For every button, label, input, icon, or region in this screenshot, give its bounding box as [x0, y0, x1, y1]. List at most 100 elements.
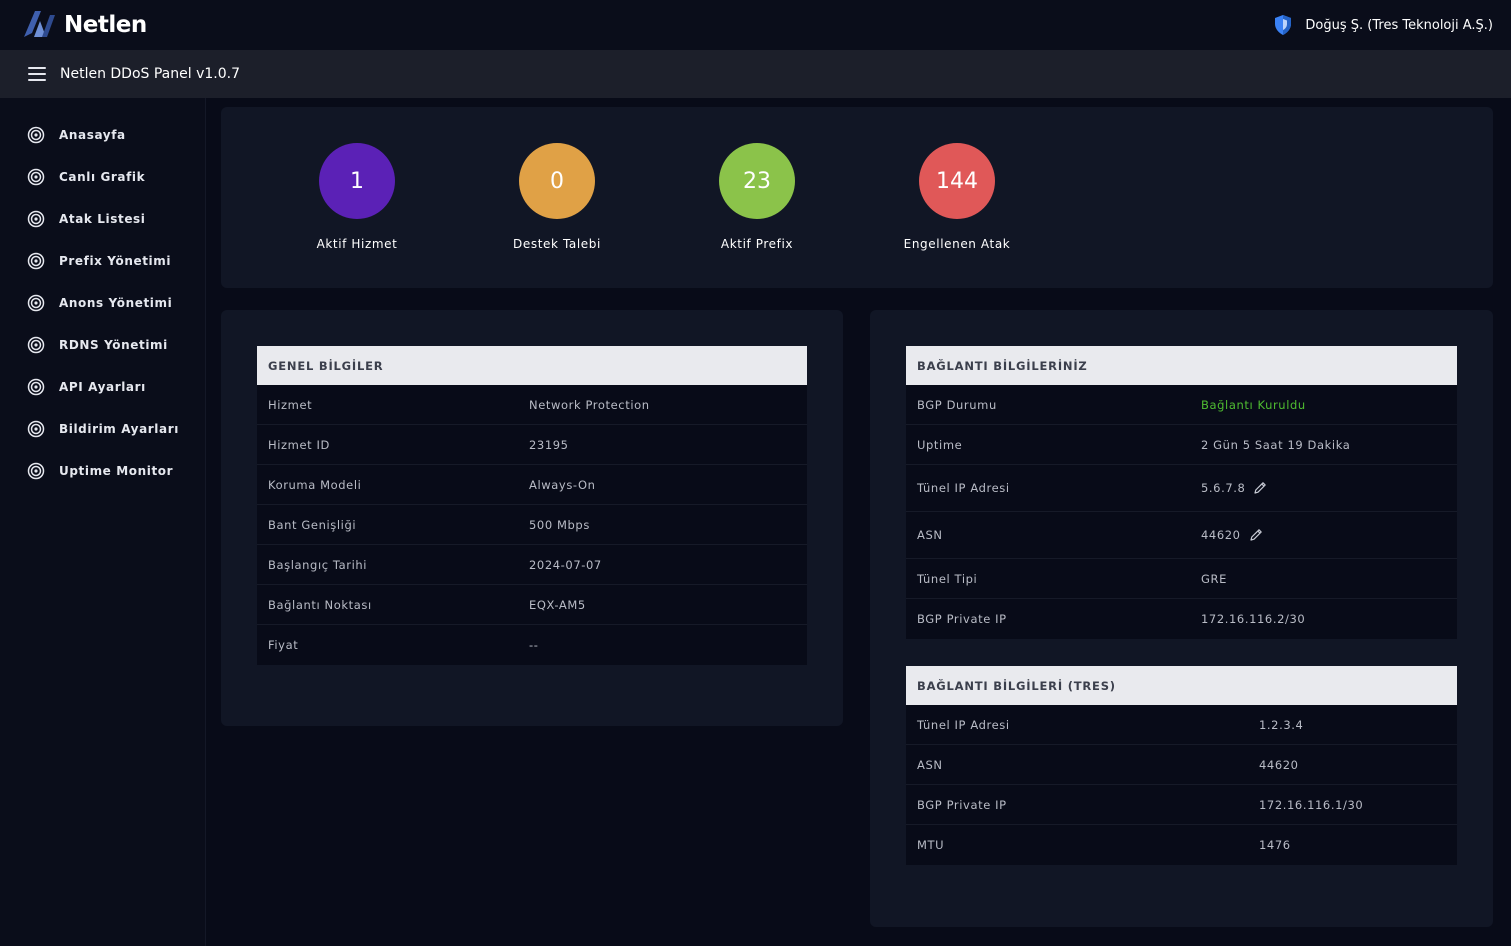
stat-circle: 144	[919, 143, 995, 219]
sidebar-item-atak-listesi[interactable]: Atak Listesi	[0, 198, 205, 240]
table-row: Hizmet Network Protection	[257, 385, 807, 425]
stat-circle: 0	[519, 143, 595, 219]
target-icon	[27, 294, 45, 312]
sidebar-item-label: Canlı Grafik	[59, 170, 146, 184]
sidebar-item-label: Uptime Monitor	[59, 464, 174, 478]
table-row: BGP Private IP 172.16.116.1/30	[906, 785, 1457, 825]
target-icon	[27, 168, 45, 186]
sidebar-item-prefix-yonetimi[interactable]: Prefix Yönetimi	[0, 240, 205, 282]
table-row: Bağlantı Noktası EQX-AM5	[257, 585, 807, 625]
stat-label: Aktif Hizmet	[316, 237, 398, 251]
table-row: Bant Genişliği 500 Mbps	[257, 505, 807, 545]
table-row: BGP Private IP 172.16.116.2/30	[906, 599, 1457, 639]
brand[interactable]: Netlen	[20, 7, 147, 43]
stat-aktif-hizmet[interactable]: 1 Aktif Hizmet	[257, 143, 457, 251]
row-value: Network Protection	[529, 397, 650, 412]
sidebar-item-label: Atak Listesi	[59, 212, 146, 226]
row-key: Tünel IP Adresi	[917, 481, 1010, 495]
table-row: Uptime 2 Gün 5 Saat 19 Dakika	[906, 425, 1457, 465]
tres-info-table: Tünel IP Adresi 1.2.3.4 ASN 44620 BGP Pr…	[906, 705, 1457, 865]
sidebar-item-uptime-monitor[interactable]: Uptime Monitor	[0, 450, 205, 492]
row-key: MTU	[917, 838, 945, 852]
row-key: Başlangıç Tarihi	[268, 557, 368, 572]
table-row: ASN 44620	[906, 745, 1457, 785]
table-row: MTU 1476	[906, 825, 1457, 865]
panel-header: Netlen DDoS Panel v1.0.7	[0, 50, 1511, 98]
target-icon	[27, 252, 45, 270]
table-row: Başlangıç Tarihi 2024-07-07	[257, 545, 807, 585]
row-key: BGP Durumu	[917, 397, 997, 412]
user-name: Doğuş Ş. (Tres Teknoloji A.Ş.)	[1305, 17, 1493, 33]
row-key: Tünel IP Adresi	[917, 717, 1010, 732]
sidebar-item-label: Anasayfa	[59, 128, 126, 142]
row-value: 172.16.116.2/30	[1201, 612, 1306, 626]
general-info-table: Hizmet Network Protection Hizmet ID 2319…	[257, 385, 807, 665]
table-row: Tünel IP Adresi 5.6.7.8	[906, 465, 1457, 512]
stat-engellenen-atak[interactable]: 144 Engellenen Atak	[857, 143, 1057, 251]
stat-circle: 1	[319, 143, 395, 219]
sidebar-item-label: RDNS Yönetimi	[59, 338, 168, 352]
row-value: 44620	[1201, 528, 1241, 542]
stat-label: Aktif Prefix	[720, 237, 794, 251]
row-key: Uptime	[917, 437, 963, 452]
general-info-card: GENEL BİLGİLER Hizmet Network Protection…	[221, 310, 843, 726]
sidebar-item-label: Anons Yönetimi	[59, 296, 173, 310]
stat-destek-talebi[interactable]: 0 Destek Talebi	[457, 143, 657, 251]
sidebar-item-rdns-yonetimi[interactable]: RDNS Yönetimi	[0, 324, 205, 366]
table-row: Tünel IP Adresi 1.2.3.4	[906, 705, 1457, 745]
sidebar-item-label: API Ayarları	[59, 380, 146, 394]
stat-aktif-prefix[interactable]: 23 Aktif Prefix	[657, 143, 857, 251]
user-menu[interactable]: Doğuş Ş. (Tres Teknoloji A.Ş.)	[1273, 14, 1493, 36]
brand-name: Netlen	[64, 12, 147, 38]
sidebar-item-canli-grafik[interactable]: Canlı Grafik	[0, 156, 205, 198]
stat-label: Engellenen Atak	[903, 237, 1011, 251]
row-value: GRE	[1201, 571, 1227, 586]
bgp-status-value: Bağlantı Kuruldu	[1201, 397, 1306, 412]
row-value: 1.2.3.4	[1259, 717, 1304, 732]
target-icon	[27, 378, 45, 396]
row-value: --	[529, 638, 539, 652]
table-row: Hizmet ID 23195	[257, 425, 807, 465]
row-key: ASN	[917, 528, 943, 542]
sidebar-item-anons-yonetimi[interactable]: Anons Yönetimi	[0, 282, 205, 324]
target-icon	[27, 126, 45, 144]
row-key: BGP Private IP	[917, 612, 1007, 626]
top-bar: Netlen Doğuş Ş. (Tres Teknoloji A.Ş.)	[0, 0, 1511, 50]
netlen-logo-icon	[24, 11, 55, 37]
target-icon	[27, 420, 45, 438]
table-row: Koruma Modeli Always-On	[257, 465, 807, 505]
row-value: 2 Gün 5 Saat 19 Dakika	[1201, 437, 1351, 452]
sidebar-item-anasayfa[interactable]: Anasayfa	[0, 114, 205, 156]
tres-info-title: BAĞLANTI BİLGİLERİ (TRES)	[906, 666, 1457, 705]
target-icon	[27, 462, 45, 480]
row-value: EQX-AM5	[529, 597, 586, 612]
stat-label: Destek Talebi	[513, 237, 601, 251]
row-value: 23195	[529, 437, 569, 452]
menu-toggle-icon[interactable]	[28, 67, 46, 81]
connection-info-table: BGP Durumu Bağlantı Kuruldu Uptime 2 Gün…	[906, 385, 1457, 639]
edit-asn-icon[interactable]	[1249, 528, 1263, 542]
connection-info-card: BAĞLANTI BİLGİLERİNİZ BGP Durumu Bağlant…	[870, 310, 1493, 927]
sidebar-item-api-ayarlari[interactable]: API Ayarları	[0, 366, 205, 408]
table-row: Tünel Tipi GRE	[906, 559, 1457, 599]
row-value: 2024-07-07	[529, 557, 602, 572]
row-key: BGP Private IP	[917, 797, 1007, 812]
row-value: 172.16.116.1/30	[1259, 797, 1364, 812]
row-value: 44620	[1259, 757, 1299, 772]
stats-card: 1 Aktif Hizmet 0 Destek Talebi 23 Aktif …	[221, 107, 1493, 288]
target-icon	[27, 336, 45, 354]
row-key: Bağlantı Noktası	[268, 597, 372, 612]
edit-tunnel-ip-icon[interactable]	[1253, 481, 1267, 495]
row-key: Hizmet ID	[268, 437, 330, 452]
row-value: 5.6.7.8	[1201, 481, 1246, 495]
sidebar-item-label: Bildirim Ayarları	[59, 422, 179, 436]
row-key: ASN	[917, 757, 943, 772]
table-row: BGP Durumu Bağlantı Kuruldu	[906, 385, 1457, 425]
target-icon	[27, 210, 45, 228]
sidebar-item-bildirim-ayarlari[interactable]: Bildirim Ayarları	[0, 408, 205, 450]
general-info-title: GENEL BİLGİLER	[257, 346, 807, 385]
row-value: 1476	[1259, 838, 1291, 852]
row-value: 500 Mbps	[529, 517, 590, 532]
shield-icon	[1275, 15, 1292, 35]
stat-circle: 23	[719, 143, 795, 219]
